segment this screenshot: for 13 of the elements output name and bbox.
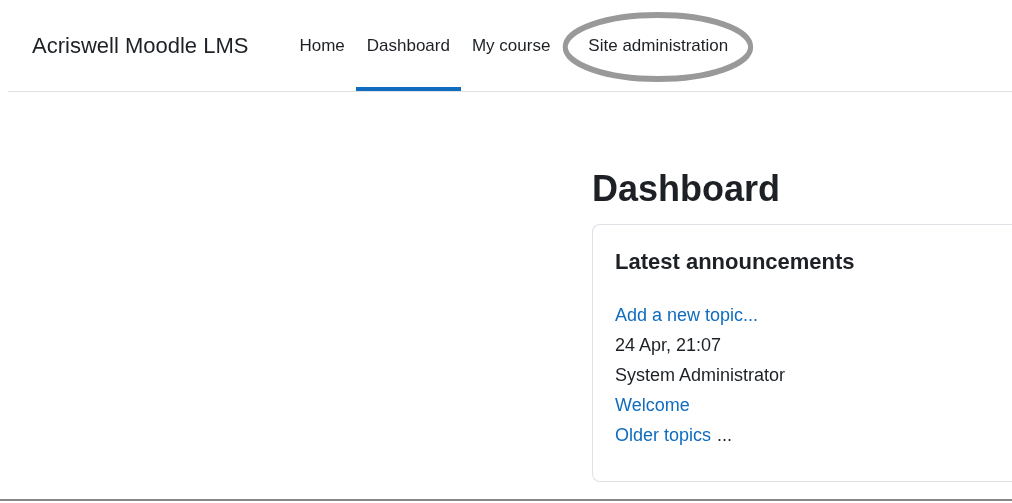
nav-tab[interactable]: Site administration: [577, 0, 740, 91]
post-info: System Administrator: [615, 365, 786, 386]
page-title: Dashboard: [592, 168, 782, 210]
topic-link[interactable]: Older topics: [615, 425, 712, 446]
topic-link[interactable]: Welcome: [615, 395, 690, 416]
topic-link[interactable]: Add a new topic...: [615, 305, 759, 326]
site-brand: Acriswell Moodle LMS: [32, 32, 249, 59]
nav-tab[interactable]: Dashboard: [355, 0, 461, 91]
post-info: 24 Apr, 21:07: [615, 335, 722, 356]
nav-tab[interactable]: My course: [460, 0, 562, 91]
ellipsis-text: ...: [717, 425, 733, 446]
card-title: Latest announcements: [615, 249, 856, 275]
nav-tab[interactable]: Home: [288, 0, 356, 91]
